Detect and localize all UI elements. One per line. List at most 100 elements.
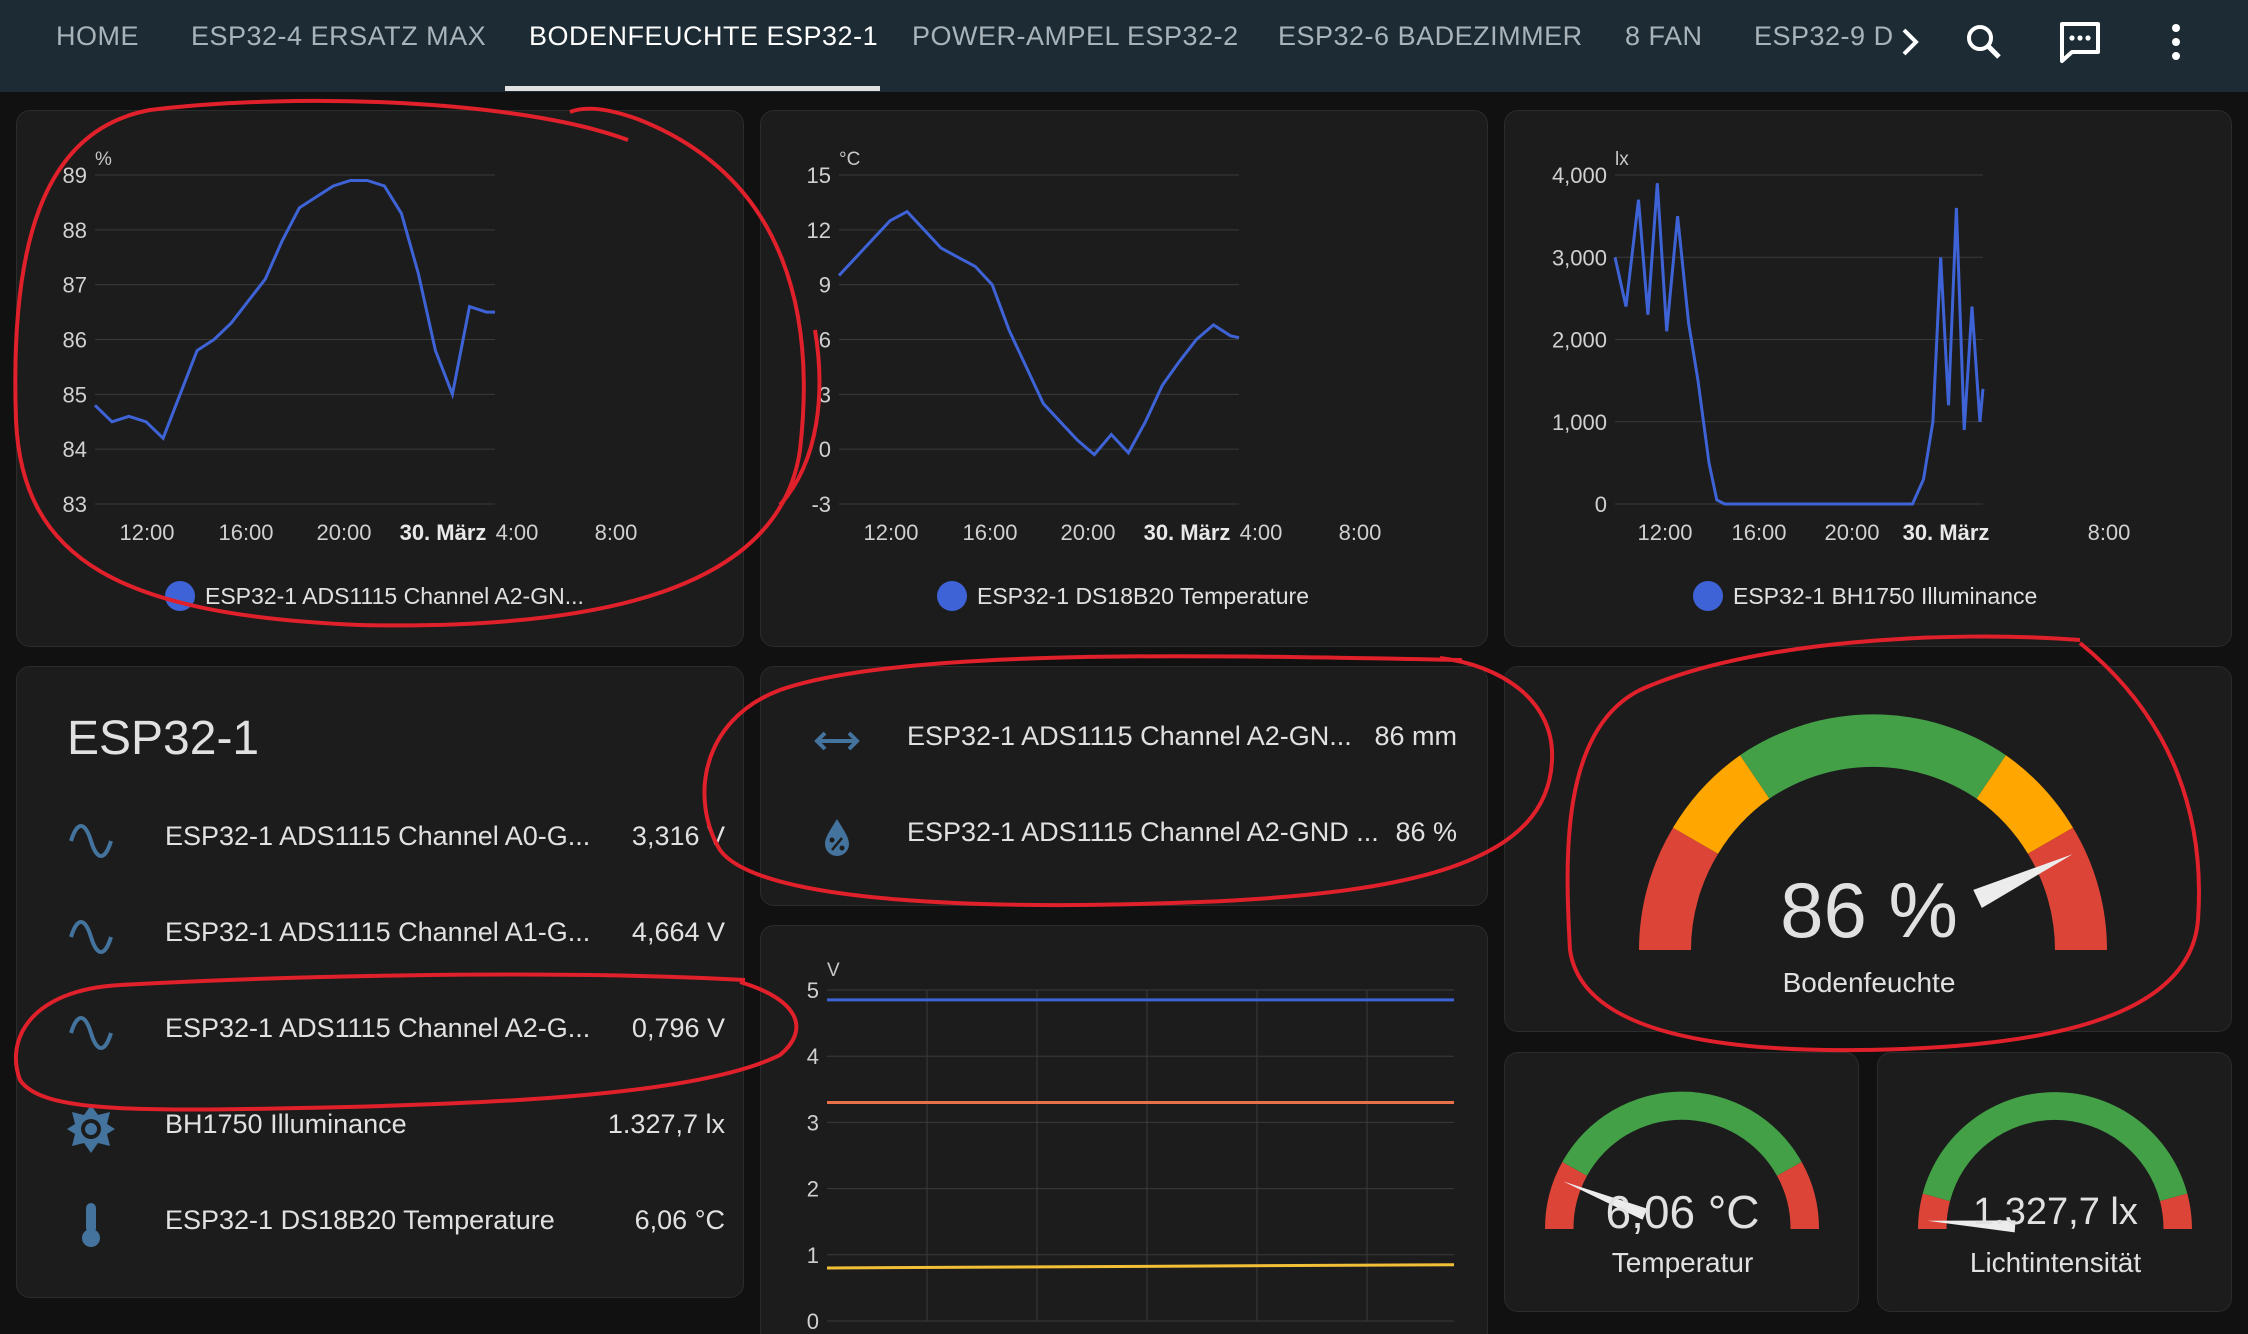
chart-legend[interactable]: ESP32-1 BH1750 Illuminance: [1693, 581, 2037, 611]
tab-esp32-4-ersatz-max[interactable]: ESP32-4 ERSATZ MAX: [191, 0, 486, 92]
x-tick: 20:00: [316, 520, 371, 545]
y-tick: 0: [819, 437, 831, 462]
sine-wave-icon: [69, 824, 113, 858]
water-percent-icon: [825, 819, 849, 856]
y-tick: 3,000: [1552, 245, 1607, 270]
distance-arrows-icon: [814, 731, 860, 751]
legend-label: ESP32-1 ADS1115 Channel A2-GN...: [205, 582, 584, 609]
y-tick: 4: [807, 1044, 819, 1069]
x-tick-date: 30. März: [1903, 520, 1990, 545]
legend-label: ESP32-1 DS18B20 Temperature: [977, 582, 1309, 609]
x-grid: [926, 990, 1368, 1321]
tab-esp32-9[interactable]: ESP32-9 D: [1754, 0, 1894, 92]
y-tick: 6: [819, 328, 831, 353]
tab-power-ampel-esp32-2[interactable]: POWER-AMPEL ESP32-2: [912, 0, 1239, 92]
entity-row-ds18b20[interactable]: ESP32-1 DS18B20 Temperature 6,06 °C: [17, 1177, 757, 1273]
entity-value: 86 mm: [1374, 721, 1457, 751]
x-tick-date: 30. März: [1144, 520, 1231, 545]
y-tick: 12: [807, 218, 831, 243]
entity-name: ESP32-1 DS18B20 Temperature: [165, 1205, 555, 1235]
y-tick: 83: [63, 492, 87, 517]
y-tick: 4,000: [1552, 163, 1607, 188]
gauge-label: Temperatur: [1611, 1247, 1754, 1278]
y-tick: 86: [63, 328, 87, 353]
entity-value: 3,316 V: [631, 821, 725, 851]
sine-wave-icon: [69, 920, 113, 954]
x-tick: 12:00: [119, 520, 174, 545]
entities-card-channel-a2: ESP32-1 ADS1115 Channel A2-GN... 86 mm E…: [760, 666, 1488, 906]
chart-unit: V: [827, 960, 840, 981]
x-tick: 8:00: [595, 520, 638, 545]
legend-dot: [1693, 581, 1723, 611]
entity-value: 1.327,7 lx: [607, 1109, 725, 1139]
x-tick: 12:00: [863, 520, 918, 545]
x-tick: 8:00: [2088, 520, 2131, 545]
gauge-band-green: [1562, 1091, 1802, 1176]
entity-row-a1[interactable]: ESP32-1 ADS1115 Channel A1-G... 4,664 V: [17, 889, 757, 985]
chart-unit: lx: [1615, 149, 1629, 170]
series-line-illuminance: [1613, 183, 1985, 506]
history-card-temperature[interactable]: °C 15 12 9 6 3 0 -3 12:00 16:00 20:00 30. März…: [760, 110, 1488, 647]
history-chart-illuminance: lx 4,000 3,000 2,000 1,000 0 12:00 16:00 20:…: [1552, 149, 2131, 545]
entity-row-a0[interactable]: ESP32-1 ADS1115 Channel A0-G... 3,316 V: [17, 793, 757, 889]
y-tick: 84: [63, 437, 87, 462]
assist-chat-icon[interactable]: [2050, 12, 2110, 72]
entity-row-distance[interactable]: ESP32-1 ADS1115 Channel A2-GN... 86 mm: [761, 693, 1489, 789]
history-card-voltage[interactable]: V 5 4 3 2 1 0: [760, 925, 1488, 1334]
y-tick: 0: [807, 1309, 819, 1334]
history-chart-temperature: °C 15 12 9 6 3 0 -3 12:00 16:00 20:00 30. März…: [807, 149, 1382, 545]
gauge-band-green: [1922, 1092, 2188, 1202]
tab-esp32-6-badezimmer[interactable]: ESP32-6 BADEZIMMER: [1278, 0, 1583, 92]
entity-row-a2[interactable]: ESP32-1 ADS1115 Channel A2-G... 0,796 V: [17, 985, 757, 1081]
x-tick: 20:00: [1824, 520, 1879, 545]
x-tick: 16:00: [962, 520, 1017, 545]
entity-value: 86 %: [1395, 817, 1457, 847]
gauge-label: Lichtintensität: [1969, 1247, 2142, 1278]
entity-value: 6,06 °C: [634, 1205, 725, 1235]
legend-label: ESP32-1 BH1750 Illuminance: [1733, 582, 2038, 609]
x-tick: 4:00: [1240, 520, 1283, 545]
chart-unit: °C: [839, 149, 860, 170]
y-tick: 1: [807, 1243, 819, 1268]
entity-value: 4,664 V: [631, 917, 725, 947]
more-vertical-icon[interactable]: [2146, 12, 2206, 72]
chevron-right-icon[interactable]: [1880, 12, 1940, 72]
y-tick: 87: [63, 273, 87, 298]
chart-unit: %: [95, 149, 112, 170]
history-chart-voltage: V 5 4 3 2 1 0: [807, 960, 1455, 1334]
entity-name: BH1750 Illuminance: [165, 1109, 407, 1139]
history-card-soil-moisture[interactable]: % 89 88 87 86 85 84 83 12:00 16:00 20:00 30. M…: [16, 110, 744, 647]
y-tick: 85: [63, 382, 87, 407]
entity-row-moisture-percent[interactable]: ESP32-1 ADS1115 Channel A2-GND ... 86 %: [761, 789, 1489, 885]
brightness-icon: [67, 1105, 115, 1153]
gauge-card-bodenfeuchte[interactable]: 86 % Bodenfeuchte: [1504, 666, 2232, 1032]
y-tick: 89: [63, 163, 87, 188]
tab-home[interactable]: HOME: [56, 0, 139, 92]
gauge-card-temperatur[interactable]: 6,06 °C Temperatur: [1504, 1052, 1859, 1312]
series-line-channel-a2: [826, 1263, 1455, 1270]
chart-legend[interactable]: ESP32-1 DS18B20 Temperature: [937, 581, 1309, 611]
active-tab-indicator: [505, 86, 880, 91]
card-title: ESP32-1: [67, 712, 260, 765]
tab-bodenfeuchte-esp32-1[interactable]: BODENFEUCHTE ESP32-1: [529, 0, 878, 92]
y-tick: 2: [807, 1177, 819, 1202]
y-tick: 15: [807, 163, 831, 188]
gauge-card-lichtintensitaet[interactable]: 1.327,7 lx Lichtintensität: [1877, 1052, 2232, 1312]
series-line-temperature: [837, 209, 1240, 457]
y-tick: -3: [811, 492, 831, 517]
y-tick: 1,000: [1552, 410, 1607, 435]
y-tick: 0: [1595, 492, 1607, 517]
y-tick: 9: [819, 273, 831, 298]
y-tick: 3: [819, 382, 831, 407]
chart-legend[interactable]: ESP32-1 ADS1115 Channel A2-GN...: [165, 581, 584, 611]
entity-name: ESP32-1 ADS1115 Channel A0-G...: [165, 821, 591, 851]
y-tick: 3: [807, 1110, 819, 1135]
entity-row-bh1750[interactable]: BH1750 Illuminance 1.327,7 lx: [17, 1081, 757, 1177]
history-card-illuminance[interactable]: lx 4,000 3,000 2,000 1,000 0 12:00 16:00 20:…: [1504, 110, 2232, 647]
entities-card-esp32-1: ESP32-1 ESP32-1 ADS1115 Channel A0-G... …: [16, 666, 744, 1298]
series-line-soil-moisture: [93, 179, 495, 441]
entity-name: ESP32-1 ADS1115 Channel A2-GN...: [907, 721, 1352, 751]
search-icon[interactable]: [1954, 12, 2014, 72]
x-tick: 16:00: [1731, 520, 1786, 545]
tab-8-fan[interactable]: 8 FAN: [1625, 0, 1703, 92]
